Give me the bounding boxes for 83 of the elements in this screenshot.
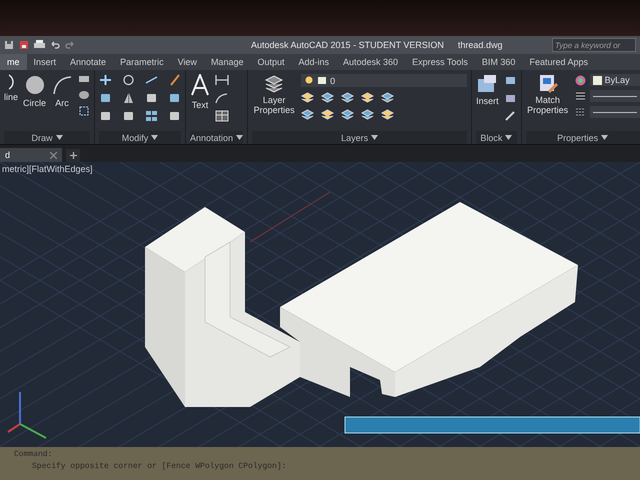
linetype-icon[interactable] — [574, 90, 586, 102]
undo-icon[interactable] — [50, 40, 60, 50]
line-tool[interactable]: line — [4, 74, 18, 102]
boundary-icon[interactable] — [78, 106, 90, 116]
create-block-icon[interactable] — [504, 74, 517, 86]
panel-title[interactable]: Draw — [4, 131, 90, 144]
layer-tool-icon[interactable] — [321, 92, 334, 103]
panel-title[interactable]: Layers — [252, 131, 468, 144]
file-tab[interactable]: d — [0, 148, 62, 162]
caret-icon — [56, 135, 63, 140]
caret-icon — [505, 135, 512, 140]
print-icon[interactable] — [34, 40, 45, 50]
plot-style-dropdown[interactable] — [590, 106, 640, 118]
caret-icon — [371, 135, 378, 140]
layer-tool-icon[interactable] — [341, 92, 354, 103]
search-field[interactable]: Type a keyword or — [552, 38, 636, 52]
drawing-viewport[interactable]: metric][FlatWithEdges] — [0, 162, 640, 447]
dimension-icon[interactable] — [215, 74, 230, 86]
ribbon-tab[interactable]: View — [170, 54, 204, 70]
ribbon-tab[interactable]: Manage — [204, 54, 250, 70]
caret-icon — [151, 135, 158, 140]
viewport-label[interactable]: metric][FlatWithEdges] — [2, 164, 93, 174]
text-tool[interactable]: Text — [190, 74, 210, 110]
move-icon[interactable] — [99, 74, 112, 86]
table-icon[interactable] — [215, 110, 230, 122]
edit-block-icon[interactable] — [504, 92, 517, 104]
new-tab-button[interactable] — [66, 149, 80, 162]
color-wheel-icon[interactable] — [574, 74, 586, 86]
layers-icon — [264, 74, 284, 94]
circle-icon — [24, 74, 46, 96]
linetype-dropdown[interactable] — [590, 90, 640, 102]
ribbon-tab[interactable]: Autodesk 360 — [336, 54, 406, 70]
array-icon[interactable] — [145, 110, 158, 122]
panel-title[interactable]: Properties — [526, 131, 640, 144]
panel-title[interactable]: Block — [476, 131, 517, 144]
ribbon-tab[interactable]: Add-ins — [292, 54, 336, 70]
ribbon-tab[interactable]: Featured Apps — [522, 54, 595, 70]
match-properties-button[interactable]: Match Properties — [526, 74, 570, 116]
ribbon-tab[interactable]: Express Tools — [405, 54, 475, 70]
layer-tool-icon[interactable] — [301, 92, 314, 103]
rectangle-icon[interactable] — [78, 74, 90, 84]
layer-tool-icon[interactable] — [381, 92, 394, 103]
blocks-icon — [476, 74, 498, 94]
ribbon-tab[interactable]: Annotate — [63, 54, 114, 70]
caret-icon — [236, 135, 244, 140]
close-icon[interactable] — [50, 152, 57, 158]
panel-title[interactable]: Modify — [99, 131, 182, 144]
ribbon-tab[interactable]: Output — [250, 54, 292, 70]
command-prompt: Command: — [14, 450, 54, 459]
arc-tool[interactable]: Arc — [51, 74, 74, 108]
layer-tool-icon[interactable] — [341, 109, 354, 120]
window-title: Autodesk AutoCAD 2015 - STUDENT VERSION — [251, 40, 444, 50]
insert-block-button[interactable]: Insert — [476, 74, 499, 106]
color-swatch-icon — [317, 76, 328, 85]
lineweight-icon[interactable] — [574, 106, 586, 118]
save-icon[interactable] — [4, 40, 14, 50]
save-as-icon[interactable] — [19, 40, 29, 50]
layer-properties-button[interactable]: Layer Properties — [252, 74, 296, 116]
layer-dropdown[interactable]: 0 — [301, 74, 468, 87]
layer-tool-icon[interactable] — [361, 92, 374, 103]
layer-tool-icon[interactable] — [321, 109, 334, 120]
ribbon-tab[interactable]: Parametric — [113, 54, 171, 70]
layer-tool-icon[interactable] — [381, 109, 394, 120]
arc-icon — [51, 74, 74, 96]
circle-tool[interactable]: Circle — [23, 74, 46, 108]
caret-icon — [601, 135, 608, 140]
layer-tool-icon[interactable] — [301, 109, 314, 120]
plus-icon — [70, 152, 76, 159]
ribbon-tab[interactable]: Insert — [26, 54, 64, 70]
letter-a-icon — [190, 74, 210, 98]
leader-icon[interactable] — [215, 92, 230, 104]
layer-tool-icon[interactable] — [361, 109, 374, 120]
mirror-icon[interactable] — [122, 92, 136, 104]
rotate-icon[interactable] — [122, 74, 136, 86]
command-history: Specify opposite corner or [Fence WPolygon CPolygon]: — [31, 462, 288, 471]
file-name: thread.dwg — [458, 40, 502, 50]
ucs-axes-icon — [7, 392, 46, 439]
lineweight-dropdown[interactable]: ByLay — [590, 74, 640, 86]
ribbon-tab[interactable]: BIM 360 — [474, 54, 522, 70]
panel-title[interactable]: Annotation — [190, 131, 244, 144]
ribbon-tab[interactable]: me — [0, 54, 27, 70]
hatch-icon[interactable] — [78, 90, 90, 100]
lightbulb-icon — [304, 76, 314, 85]
